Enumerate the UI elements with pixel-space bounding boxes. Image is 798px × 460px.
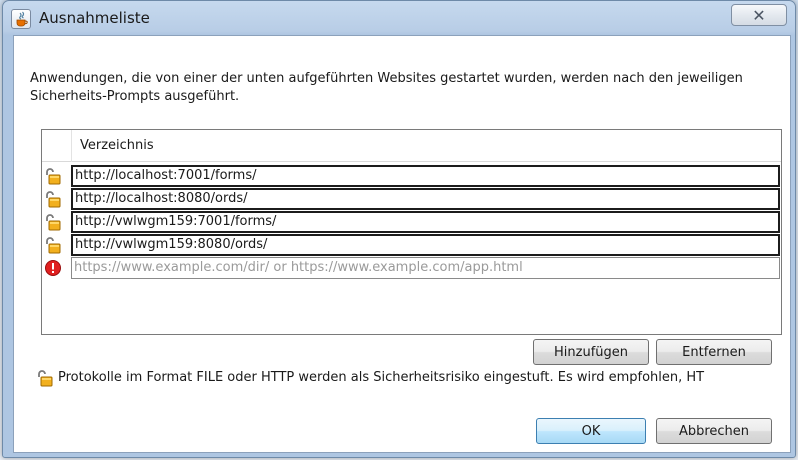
ok-button[interactable]: OK xyxy=(536,418,646,444)
cancel-button[interactable]: Abbrechen xyxy=(656,418,772,444)
column-header-directory[interactable]: Verzeichnis xyxy=(80,138,154,153)
header-gutter xyxy=(42,130,72,162)
url-cell[interactable]: http://vwlwgm159:8080/ords/ xyxy=(71,234,780,256)
table-row[interactable]: http://vwlwgm159:7001/forms/ xyxy=(42,211,781,233)
site-table: Verzeichnis http://localhost:7001/forms/ xyxy=(41,129,782,335)
close-button[interactable]: ✕ xyxy=(731,4,787,26)
new-url-input[interactable]: https://www.example.com/dir/ or https://… xyxy=(71,257,780,279)
exception-list-dialog: Ausnahmeliste ✕ Anwendungen, die von ein… xyxy=(2,0,796,458)
java-cup-icon xyxy=(11,9,31,29)
description-text: Anwendungen, die von einer der unten auf… xyxy=(30,71,743,104)
unlocked-padlock-icon xyxy=(44,190,62,208)
dialog-content: Anwendungen, die von einer der unten auf… xyxy=(13,35,791,453)
error-icon xyxy=(44,259,62,277)
table-row[interactable]: http://localhost:8080/ords/ xyxy=(42,188,781,210)
security-warning: Protokolle im Format FILE oder HTTP werd… xyxy=(36,369,780,389)
table-row[interactable]: http://localhost:7001/forms/ xyxy=(42,165,781,187)
url-cell[interactable]: http://localhost:7001/forms/ xyxy=(71,165,780,187)
url-cell[interactable]: http://localhost:8080/ords/ xyxy=(71,188,780,210)
add-button[interactable]: Hinzufügen xyxy=(533,339,649,365)
unlocked-padlock-icon xyxy=(44,213,62,231)
close-icon: ✕ xyxy=(752,5,766,25)
title-bar[interactable]: Ausnahmeliste ✕ xyxy=(3,1,795,37)
table-row-new-entry[interactable]: https://www.example.com/dir/ or https://… xyxy=(42,257,781,279)
url-cell[interactable]: http://vwlwgm159:7001/forms/ xyxy=(71,211,780,233)
window-title: Ausnahmeliste xyxy=(39,9,150,27)
unlocked-padlock-icon xyxy=(44,167,62,185)
table-header: Verzeichnis xyxy=(42,130,781,162)
unlocked-padlock-icon xyxy=(44,236,62,254)
remove-button[interactable]: Entfernen xyxy=(656,339,772,365)
table-row[interactable]: http://vwlwgm159:8080/ords/ xyxy=(42,234,781,256)
unlocked-padlock-icon xyxy=(36,369,54,387)
warning-text: Protokolle im Format FILE oder HTTP werd… xyxy=(58,370,705,385)
